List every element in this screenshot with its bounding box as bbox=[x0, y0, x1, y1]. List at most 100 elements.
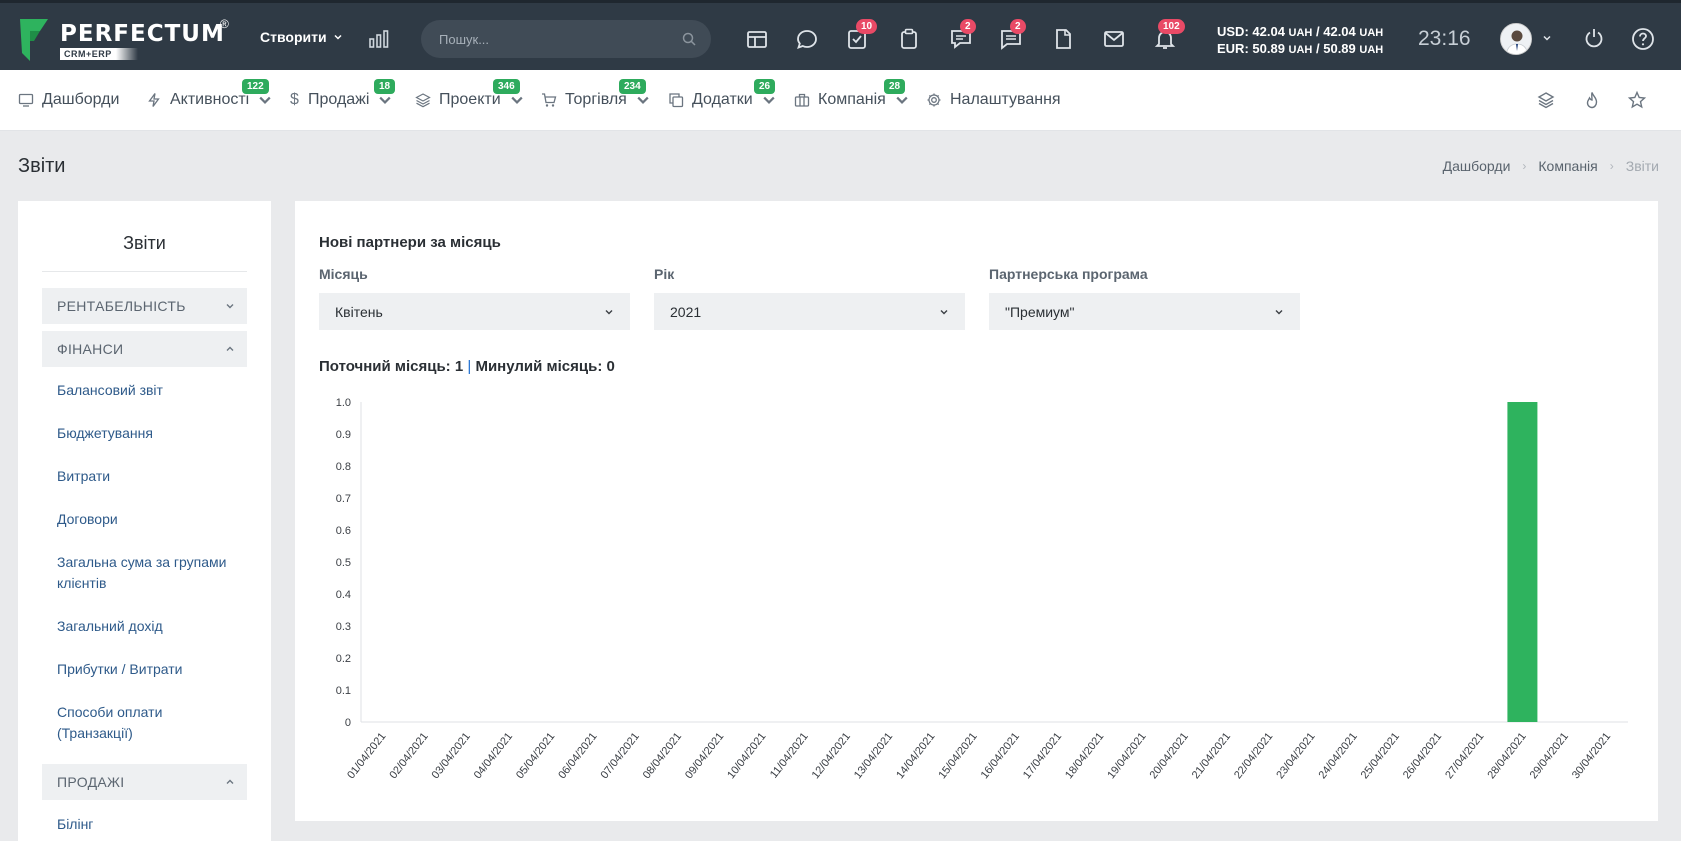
link-total-income[interactable]: Загальний дохід bbox=[57, 616, 242, 637]
messages-badge: 2 bbox=[960, 19, 976, 34]
messages-icon[interactable]: 2 bbox=[948, 19, 976, 52]
section-label: РЕНТАБЕЛЬНІСТЬ bbox=[57, 298, 186, 314]
clock: 23:16 bbox=[1418, 27, 1471, 50]
x-tick-label: 08/04/2021 bbox=[641, 730, 684, 781]
month-summary: Поточний місяць: 1 | Минулий місяць: 0 bbox=[319, 358, 615, 375]
chat-bubble-icon[interactable] bbox=[794, 26, 820, 52]
fire-icon[interactable] bbox=[1582, 90, 1602, 110]
x-tick-label: 03/04/2021 bbox=[430, 730, 473, 781]
copy-icon bbox=[669, 93, 684, 108]
logo-mark-icon bbox=[20, 19, 48, 61]
chevron-down-icon bbox=[226, 304, 234, 309]
top-bar: PERFECTUM ® CRM+ERP Створити 10 2 2 bbox=[0, 0, 1681, 70]
program-select[interactable]: "Премиум" bbox=[989, 293, 1300, 330]
x-tick-label: 15/04/2021 bbox=[936, 730, 979, 781]
y-tick-label: 0.2 bbox=[336, 653, 351, 665]
x-tick-label: 26/04/2021 bbox=[1401, 730, 1444, 781]
create-button[interactable]: Створити bbox=[260, 29, 343, 45]
menu-item-trade[interactable]: Торгівля 234 bbox=[541, 79, 651, 109]
y-tick-label: 0.3 bbox=[336, 621, 351, 633]
gear-icon bbox=[927, 93, 941, 107]
menu-item-activities[interactable]: Активності 122 bbox=[146, 79, 273, 109]
link-payment-methods[interactable]: Способи оплати (Транзакції) bbox=[57, 702, 242, 744]
chevron-down-icon bbox=[379, 96, 392, 104]
bell-icon[interactable]: 102 bbox=[1152, 19, 1185, 52]
link-balance-report[interactable]: Балансовий звіт bbox=[57, 380, 242, 401]
x-tick-label: 23/04/2021 bbox=[1274, 730, 1317, 781]
link-client-group-totals[interactable]: Загальна сума за групами клієнтів bbox=[57, 552, 242, 594]
link-budgeting[interactable]: Бюджетування bbox=[57, 423, 242, 444]
link-contracts[interactable]: Договори bbox=[57, 509, 242, 530]
menu-label: Компанія bbox=[818, 91, 886, 108]
y-tick-label: 0.4 bbox=[336, 589, 351, 601]
breadcrumb-dashboards[interactable]: Дашборди bbox=[1443, 158, 1511, 174]
breadcrumb-company[interactable]: Компанія bbox=[1538, 158, 1597, 174]
y-tick-label: 0.7 bbox=[336, 493, 351, 505]
chevron-down-icon bbox=[334, 34, 342, 40]
dollar-icon: $ bbox=[290, 91, 299, 108]
summary-separator: | bbox=[467, 358, 472, 375]
menu-badge: 234 bbox=[619, 79, 646, 94]
menu-item-sales[interactable]: $ Продажі 18 bbox=[290, 79, 396, 109]
search-input[interactable] bbox=[439, 20, 679, 58]
menu-item-company[interactable]: Компанія 28 bbox=[794, 79, 910, 109]
star-icon[interactable] bbox=[1627, 90, 1647, 110]
bar-chart-icon[interactable] bbox=[368, 29, 390, 49]
tasks-badge: 10 bbox=[856, 19, 878, 34]
menu-label: Проекти bbox=[439, 91, 501, 108]
y-tick-label: 0.8 bbox=[336, 461, 351, 473]
layout-icon[interactable] bbox=[744, 26, 770, 52]
menu-item-addons[interactable]: Додатки 26 bbox=[668, 79, 777, 109]
link-profit-expenses[interactable]: Прибутки / Витрати bbox=[57, 659, 242, 680]
menu-label: Додатки bbox=[692, 91, 753, 108]
x-tick-label: 06/04/2021 bbox=[556, 730, 599, 781]
page-title: Звіти bbox=[18, 155, 66, 177]
x-tick-label: 19/04/2021 bbox=[1105, 730, 1148, 781]
menu-badge: 346 bbox=[493, 79, 520, 94]
chevron-down-icon bbox=[259, 96, 271, 104]
tasks-icon[interactable]: 10 bbox=[844, 19, 878, 52]
cart-icon bbox=[542, 93, 557, 107]
chevron-down-icon[interactable] bbox=[1542, 33, 1552, 43]
section-profitability[interactable]: РЕНТАБЕЛЬНІСТЬ bbox=[42, 288, 247, 324]
y-tick-label: 0.5 bbox=[336, 557, 351, 569]
comments-icon[interactable]: 2 bbox=[998, 19, 1026, 52]
link-expenses[interactable]: Витрати bbox=[57, 466, 242, 487]
comments-badge: 2 bbox=[1010, 19, 1026, 34]
menu-item-dashboards[interactable]: Дашборди bbox=[18, 91, 119, 109]
breadcrumb-separator-icon: › bbox=[1609, 159, 1614, 173]
menu-item-projects[interactable]: Проекти 346 bbox=[415, 79, 525, 109]
lightning-icon bbox=[148, 93, 160, 107]
search-icon[interactable] bbox=[681, 31, 697, 47]
layers-icon[interactable] bbox=[1536, 90, 1556, 110]
document-icon[interactable] bbox=[1050, 26, 1076, 52]
avatar[interactable] bbox=[1500, 23, 1532, 55]
logo[interactable]: PERFECTUM ® CRM+ERP bbox=[18, 17, 238, 63]
mail-icon[interactable] bbox=[1101, 26, 1127, 52]
x-tick-label: 18/04/2021 bbox=[1063, 730, 1106, 781]
link-billing[interactable]: Білінг bbox=[57, 814, 242, 835]
x-tick-label: 25/04/2021 bbox=[1359, 730, 1402, 781]
menu-badge: 26 bbox=[754, 79, 776, 94]
year-label: Рік bbox=[654, 266, 675, 282]
breadcrumb-separator-icon: › bbox=[1522, 159, 1527, 173]
menu-label: Торгівля bbox=[565, 91, 627, 108]
month-select[interactable]: Квітень bbox=[319, 293, 630, 330]
x-tick-label: 10/04/2021 bbox=[725, 730, 768, 781]
reports-sidebar: Звіти РЕНТАБЕЛЬНІСТЬ ФІНАНСИ Балансовий … bbox=[18, 201, 271, 841]
x-tick-label: 05/04/2021 bbox=[514, 730, 557, 781]
x-tick-label: 17/04/2021 bbox=[1021, 730, 1064, 781]
chevron-down-icon bbox=[1275, 309, 1283, 314]
y-tick-label: 0.6 bbox=[336, 525, 351, 537]
section-finance[interactable]: ФІНАНСИ bbox=[42, 331, 247, 367]
menu-item-settings[interactable]: Налаштування bbox=[926, 91, 1061, 109]
power-icon[interactable] bbox=[1583, 27, 1605, 49]
section-sales[interactable]: ПРОДАЖІ bbox=[42, 764, 247, 800]
help-icon[interactable] bbox=[1631, 27, 1655, 51]
clipboard-icon[interactable] bbox=[896, 26, 922, 52]
currency-rates: USD: 42.04 UAH / 42.04 UAH EUR: 50.89 UA… bbox=[1217, 24, 1383, 58]
chevron-down-icon bbox=[896, 96, 908, 104]
sidebar-divider bbox=[42, 271, 247, 272]
menu-label: Активності bbox=[170, 91, 250, 108]
year-select[interactable]: 2021 bbox=[654, 293, 965, 330]
